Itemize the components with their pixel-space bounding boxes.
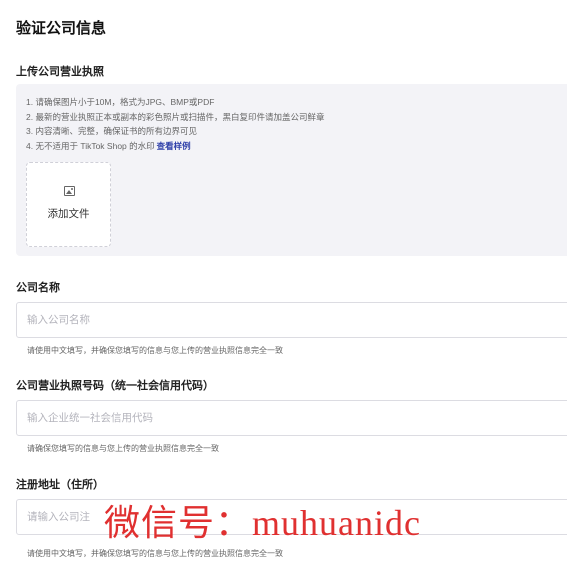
- address-hint: 请使用中文填写，并确保您填写的信息与您上传的营业执照信息完全一致: [27, 549, 283, 558]
- add-file-button[interactable]: 添加文件: [26, 162, 111, 247]
- license-number-field[interactable]: [16, 400, 567, 436]
- address-label: 注册地址（住所）: [16, 479, 104, 491]
- page-title: 验证公司信息: [16, 20, 107, 37]
- upload-label: 上传公司营业执照: [16, 66, 104, 78]
- view-sample-link[interactable]: 查看样例: [157, 141, 191, 151]
- instruction-line: 3. 内容清晰、完整，确保证书的所有边界可见: [26, 126, 197, 136]
- company-name-hint: 请使用中文填写，并确保您填写的信息与您上传的营业执照信息完全一致: [27, 346, 283, 355]
- license-number-hint: 请确保您填写的信息与您上传的营业执照信息完全一致: [27, 444, 219, 453]
- instruction-line: 4. 无不适用于 TikTok Shop 的水印 查看样例: [26, 139, 324, 154]
- instruction-line: 1. 请确保图片小于10M，格式为JPG、BMP或PDF: [26, 97, 215, 107]
- add-file-label: 添加文件: [47, 208, 90, 220]
- company-name-input[interactable]: [17, 303, 567, 337]
- watermark-text: 微信号：muhuanidc: [104, 503, 421, 543]
- instruction-line: 2. 最新的营业执照正本或副本的彩色照片或扫描件，黑白复印件请加盖公司鲜章: [26, 111, 325, 122]
- image-icon: [64, 186, 75, 196]
- license-number-label: 公司营业执照号码（统一社会信用代码）: [16, 380, 214, 392]
- upload-instructions: 1. 请确保图片小于10M，格式为JPG、BMP或PDF 2. 最新的营业执照正…: [26, 95, 324, 153]
- instruction-text: 4. 无不适用于 TikTok Shop 的水印: [26, 140, 155, 151]
- company-name-label: 公司名称: [16, 282, 60, 294]
- upload-area: 1. 请确保图片小于10M，格式为JPG、BMP或PDF 2. 最新的营业执照正…: [16, 84, 567, 256]
- license-number-input[interactable]: [17, 401, 567, 435]
- company-name-field[interactable]: [16, 302, 567, 338]
